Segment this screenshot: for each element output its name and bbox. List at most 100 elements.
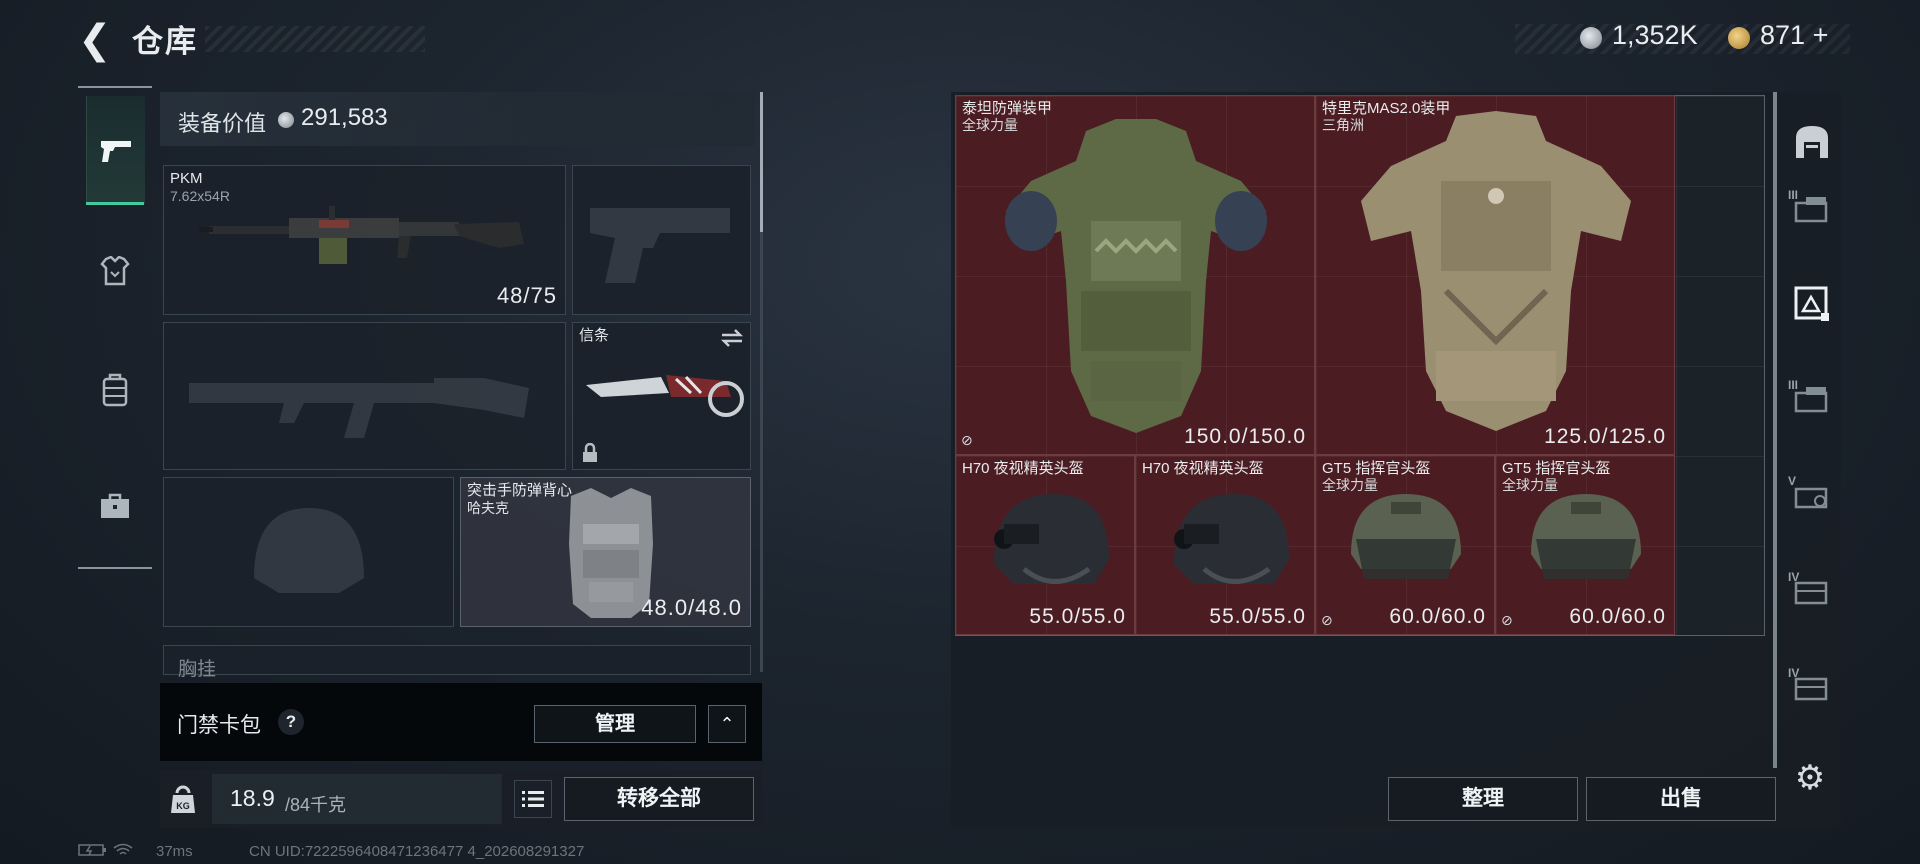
tab-container-iv[interactable]: IV	[1786, 562, 1838, 622]
storage-item[interactable]: GT5 指挥官头盔 全球力量 ⊘ 60.0/60.0	[1495, 455, 1675, 635]
container-level: V	[1788, 474, 1797, 488]
tab-armor[interactable]	[86, 222, 144, 322]
backpack-icon	[102, 373, 128, 407]
list-view-button[interactable]	[514, 780, 552, 818]
no-trade-icon: ⊘	[961, 432, 973, 448]
access-card-label: 门禁卡包	[177, 714, 261, 737]
item-name: H70 夜视精英头盔	[962, 460, 1084, 477]
list-icon	[522, 791, 544, 807]
kg-icon-label: KG	[176, 801, 190, 811]
storage-scrollbar-thumb[interactable]	[1773, 92, 1777, 768]
tab-container-v[interactable]: V	[1786, 466, 1838, 526]
no-trade-icon: ⊘	[1501, 612, 1513, 628]
chest-rig-label: 胸挂	[178, 659, 217, 680]
nvg-helmet-image	[994, 494, 1109, 584]
tab-stash[interactable]	[1786, 112, 1838, 172]
item-durability: 55.0/55.0	[1209, 605, 1306, 628]
container-icon	[1794, 487, 1828, 509]
vest-variant: 哈夫克	[467, 500, 509, 516]
battery-icon	[78, 844, 106, 856]
armor-icon	[100, 256, 130, 286]
sort-button[interactable]: 整理	[1388, 777, 1578, 821]
tab-backpack[interactable]	[86, 340, 144, 440]
vest-durability: 48.0/48.0	[641, 595, 742, 620]
tabs-top-divider	[78, 86, 152, 88]
container-level: III	[1788, 188, 1799, 202]
vest-name: 突击手防弹背心	[467, 482, 573, 499]
silver-currency-value: 1,352K	[1612, 20, 1698, 50]
container-level: IV	[1788, 570, 1800, 584]
equipment-value-label: 装备价值	[178, 111, 267, 136]
transfer-all-button[interactable]: 转移全部	[564, 777, 754, 821]
nvg-helmet-image	[1174, 494, 1289, 584]
gear-icon: ⚙	[1794, 759, 1826, 797]
machine-gun-image	[199, 206, 524, 264]
kettlebell-icon: KG	[171, 785, 195, 813]
storage-item[interactable]: GT5 指挥官头盔 全球力量 ⊘ 60.0/60.0	[1315, 455, 1495, 635]
helmet-slot[interactable]	[163, 477, 454, 627]
ammo-count: 48/75	[496, 283, 557, 308]
max-weight: /84千克	[285, 795, 347, 815]
gold-currency-value[interactable]: 871 +	[1760, 20, 1828, 51]
storage-item[interactable]: H70 夜视精英头盔 55.0/55.0	[955, 455, 1135, 635]
knife-image	[586, 375, 744, 417]
briefcase-icon	[101, 493, 129, 518]
ping-value: 37ms	[156, 843, 193, 860]
chest-rig-slot[interactable]	[163, 645, 751, 675]
pistol-placeholder-icon	[590, 208, 730, 283]
storage-item[interactable]: H70 夜视精英头盔 55.0/55.0	[1135, 455, 1315, 635]
silver-coin-icon	[278, 112, 294, 128]
chevron-up-icon: ⌃	[719, 714, 735, 734]
melee-name: 信条	[579, 327, 610, 344]
add-currency-button[interactable]: +	[1813, 20, 1829, 50]
container-level: IV	[1788, 666, 1800, 680]
melee-slot[interactable]: 信条	[572, 322, 751, 470]
collapse-button[interactable]: ⌃	[708, 705, 746, 743]
tab-container-iii-b[interactable]: III	[1786, 370, 1838, 430]
commander-helmet-image	[1351, 494, 1461, 579]
settings-button[interactable]: ⚙	[1790, 758, 1830, 798]
armor-storage-icon	[1794, 286, 1829, 321]
sell-button[interactable]: 出售	[1586, 777, 1776, 821]
item-durability: 150.0/150.0	[1184, 425, 1306, 448]
tab-briefcase[interactable]	[86, 456, 144, 556]
vest-slot[interactable]: 突击手防弹背心 哈夫克 48.0/48.0	[460, 477, 751, 627]
item-durability: 125.0/125.0	[1544, 425, 1666, 448]
silver-coin-icon	[1580, 27, 1602, 49]
tab-selected-indicator	[86, 202, 144, 205]
pistol-slot[interactable]	[572, 165, 751, 315]
manage-button[interactable]: 管理	[534, 705, 696, 743]
item-durability: 60.0/60.0	[1569, 605, 1666, 628]
pistol-icon	[101, 141, 131, 162]
item-name: GT5 指挥官头盔	[1502, 460, 1611, 477]
tab-weapons[interactable]	[86, 96, 145, 204]
swap-icon[interactable]	[720, 328, 744, 348]
help-icon[interactable]: ?	[278, 709, 304, 735]
item-durability: 60.0/60.0	[1389, 605, 1486, 628]
item-name: H70 夜视精英头盔	[1142, 460, 1264, 477]
tab-container-iii[interactable]: III	[1786, 180, 1838, 240]
stash-icon	[1796, 126, 1828, 158]
equipment-value: 291,583	[301, 104, 388, 131]
tab-armor-storage[interactable]	[1786, 274, 1838, 334]
gold-coin-icon	[1728, 27, 1750, 49]
battery-wifi-status	[78, 843, 134, 861]
back-button[interactable]: ❮	[78, 18, 118, 62]
item-durability: 55.0/55.0	[1029, 605, 1126, 628]
weapon-name: PKM	[170, 170, 203, 187]
storage-item[interactable]: 泰坦防弹装甲 全球力量 ⊘ 150.0/150.0	[955, 95, 1315, 455]
secondary-weapon-slot[interactable]	[163, 322, 566, 470]
commander-helmet-image	[1531, 494, 1641, 579]
primary-weapon-slot[interactable]: PKM 7.62x54R 48/75	[163, 165, 566, 315]
tab-container-iv-b[interactable]: IV	[1786, 658, 1838, 718]
armor-image	[1005, 119, 1267, 433]
container-level: III	[1788, 378, 1799, 392]
current-weight: 18.9	[230, 785, 275, 811]
helmet-placeholder-icon	[254, 508, 364, 593]
no-trade-icon: ⊘	[1321, 612, 1333, 628]
loadout-scrollbar-thumb[interactable]	[760, 92, 763, 232]
wifi-icon	[113, 843, 133, 855]
item-name: GT5 指挥官头盔	[1322, 460, 1431, 477]
storage-item[interactable]: 特里克MAS2.0装甲 三角洲 125.0/125.0	[1315, 95, 1675, 455]
gold-currency-amount: 871	[1760, 20, 1806, 50]
